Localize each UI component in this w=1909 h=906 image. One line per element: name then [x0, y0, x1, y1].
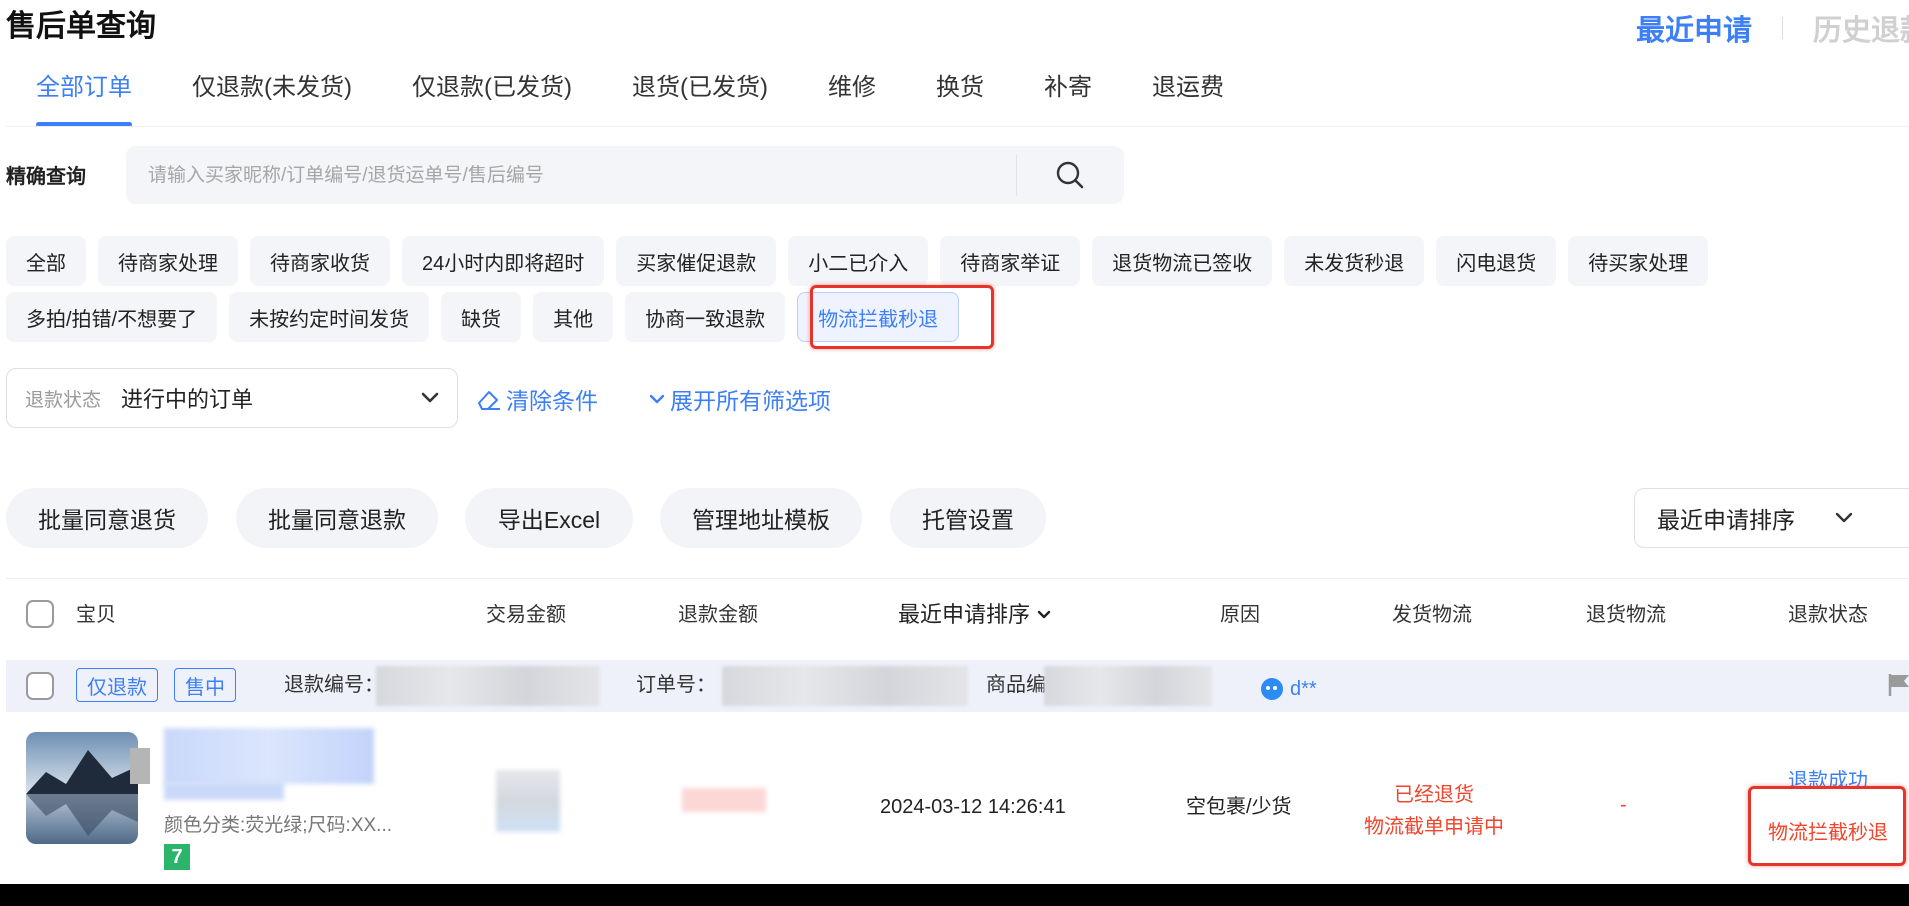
- tab-all-orders[interactable]: 全部订单: [36, 68, 132, 128]
- refund-no-label: 退款编号：: [284, 674, 384, 696]
- search-input[interactable]: [146, 146, 910, 206]
- refund-no-redacted: [376, 666, 600, 706]
- page-title: 售后单查询: [6, 10, 156, 43]
- clear-conditions-button[interactable]: 清除条件: [476, 382, 598, 416]
- hosting-settings-button[interactable]: 托管设置: [890, 488, 1046, 548]
- tab-resend[interactable]: 补寄: [1044, 68, 1092, 128]
- refund-status-value: 进行中的订单: [121, 387, 254, 412]
- order-no-redacted: [722, 666, 968, 706]
- buyer-nick[interactable]: d**: [1258, 676, 1317, 702]
- chat-icon: [1261, 678, 1283, 700]
- bottom-bar: [0, 884, 1909, 906]
- tab-history-refunds[interactable]: 历史退款: [1813, 7, 1909, 49]
- th-sort-toggle[interactable]: 最近申请排序: [898, 600, 1052, 630]
- item-no-redacted: [1044, 666, 1212, 706]
- chip-out-of-stock[interactable]: 缺货: [441, 292, 522, 342]
- chip-unshipped-instant-refund[interactable]: 未发货秒退: [1284, 236, 1425, 286]
- sort-select[interactable]: 最近申请排序: [1634, 488, 1909, 548]
- tag-refund-type: 仅退款: [76, 668, 158, 702]
- tab-refund-only-shipped[interactable]: 仅退款(已发货): [412, 68, 572, 128]
- ship-status-returned: 已经退货: [1394, 784, 1474, 806]
- chevron-down-icon: [1037, 610, 1051, 619]
- export-excel-button[interactable]: 导出Excel: [465, 488, 633, 548]
- chip-staff-intervened[interactable]: 小二已介入: [788, 236, 929, 286]
- refund-status-label: 退款状态: [25, 389, 102, 411]
- chevron-down-icon: [649, 394, 665, 404]
- highlight-refund-tag-annotation: [1748, 786, 1906, 866]
- chip-buyer-urging[interactable]: 买家催促退款: [616, 236, 777, 286]
- chip-pending-merchant[interactable]: 待商家处理: [98, 236, 238, 286]
- chip-lightning-return[interactable]: 闪电退货: [1436, 236, 1557, 286]
- tabs-divider: [6, 126, 1909, 127]
- eraser-icon: [478, 391, 500, 410]
- batch-agree-return-button[interactable]: 批量同意退货: [6, 488, 208, 548]
- tab-refund-only-unshipped[interactable]: 仅退款(未发货): [192, 68, 352, 128]
- chip-wrong-order[interactable]: 多拍/拍错/不想要了: [6, 292, 218, 342]
- product-title-redacted-2: [164, 782, 284, 800]
- header-divider: [1782, 17, 1783, 39]
- chip-all[interactable]: 全部: [6, 236, 86, 286]
- category-tabs: 全部订单 仅退款(未发货) 仅退款(已发货) 退货(已发货) 维修 换货 补寄 …: [36, 68, 1284, 128]
- search-icon: [1056, 161, 1084, 189]
- flag-icon[interactable]: [1888, 672, 1909, 698]
- highlight-chip-annotation: [810, 285, 994, 349]
- seven-day-return-badge: 7: [164, 844, 190, 870]
- tab-repair[interactable]: 维修: [828, 68, 876, 128]
- clear-conditions-label: 清除条件: [506, 388, 598, 414]
- tab-return-shipped[interactable]: 退货(已发货): [632, 68, 768, 128]
- row-checkbox[interactable]: [26, 672, 54, 700]
- chevron-down-icon: [421, 392, 439, 403]
- chip-timeout-24h[interactable]: 24小时内即将超时: [402, 236, 605, 286]
- chip-return-signed[interactable]: 退货物流已签收: [1092, 236, 1273, 286]
- buyer-nick-text: d**: [1290, 677, 1317, 700]
- search-button[interactable]: [1016, 146, 1124, 204]
- return-logistics-value: -: [1620, 794, 1627, 816]
- chip-pending-receipt[interactable]: 待商家收货: [250, 236, 390, 286]
- chip-late-shipping[interactable]: 未按约定时间发货: [229, 292, 430, 342]
- sort-select-value: 最近申请排序: [1657, 507, 1795, 533]
- tab-recent-applications[interactable]: 最近申请: [1636, 7, 1752, 49]
- chevron-down-icon: [1835, 512, 1853, 523]
- th-refund-status: 退款状态: [1788, 604, 1868, 626]
- refund-status-select[interactable]: 退款状态 进行中的订单: [6, 368, 458, 428]
- product-thumbnail[interactable]: [26, 732, 138, 844]
- expand-filters-button[interactable]: 展开所有筛选项: [648, 382, 831, 416]
- tag-stage: 售中: [174, 668, 236, 702]
- thumbnail-overlay: [130, 748, 150, 784]
- header-tabs: 最近申请 历史退款: [1636, 8, 1909, 48]
- ship-status-intercepting: 物流截单申请中: [1364, 816, 1504, 838]
- search-label: 精确查询: [6, 166, 86, 188]
- chip-other[interactable]: 其他: [533, 292, 614, 342]
- apply-time: 2024-03-12 14:26:41: [880, 796, 1066, 818]
- th-return-logistics: 退货物流: [1586, 604, 1666, 626]
- actions-divider: [6, 578, 1909, 579]
- th-trade-amount: 交易金额: [486, 604, 566, 626]
- product-title-redacted[interactable]: [164, 728, 374, 784]
- th-refund-amount: 退款金额: [678, 604, 758, 626]
- chip-pending-buyer[interactable]: 待买家处理: [1568, 236, 1709, 286]
- tab-exchange[interactable]: 换货: [936, 68, 984, 128]
- select-all-checkbox[interactable]: [26, 600, 54, 628]
- chip-pending-evidence[interactable]: 待商家举证: [940, 236, 1081, 286]
- manage-address-template-button[interactable]: 管理地址模板: [660, 488, 862, 548]
- refund-reason: 空包裹/少货: [1186, 796, 1292, 818]
- batch-agree-refund-button[interactable]: 批量同意退款: [236, 488, 438, 548]
- th-reason: 原因: [1220, 604, 1260, 626]
- th-sort-label: 最近申请排序: [898, 602, 1031, 627]
- chip-agreed-refund[interactable]: 协商一致退款: [625, 292, 786, 342]
- th-item: 宝贝: [76, 604, 116, 626]
- th-ship-logistics: 发货物流: [1392, 604, 1472, 626]
- search-box: [126, 146, 1124, 206]
- product-spec: 颜色分类:荧光绿;尺码:XX...: [164, 815, 393, 836]
- filter-chips-row-1: 全部 待商家处理 待商家收货 24小时内即将超时 买家催促退款 小二已介入 待商…: [6, 236, 1720, 286]
- order-no-label: 订单号：: [636, 674, 716, 696]
- trade-amount-redacted: [496, 770, 560, 832]
- expand-filters-label: 展开所有筛选项: [670, 388, 831, 414]
- refund-amount-redacted: [682, 788, 766, 812]
- product-image: [26, 732, 138, 844]
- tab-return-shipping-fee[interactable]: 退运费: [1152, 68, 1224, 128]
